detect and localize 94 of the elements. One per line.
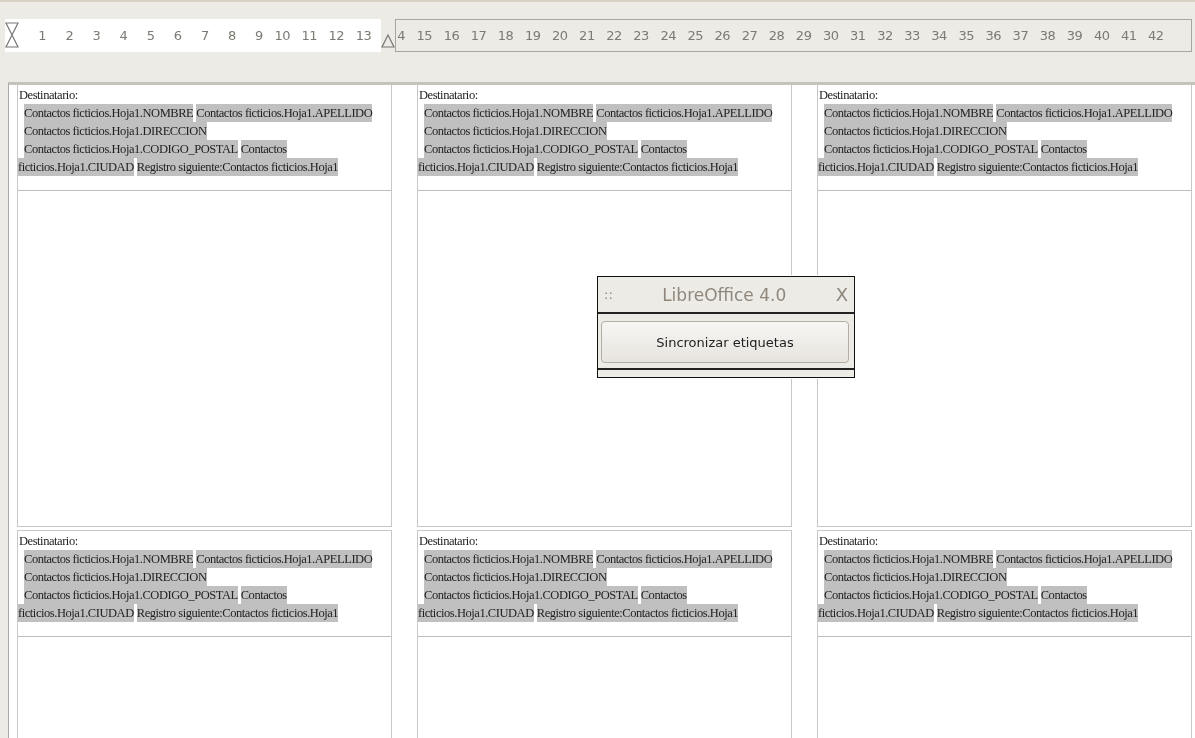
mail-merge-field: ficticios.Hoja1.CIUDAD — [18, 158, 134, 176]
ruler-number: 40 — [1092, 28, 1110, 43]
mail-merge-field: Contactos ficticios.Hoja1.CODIGO_POSTAL — [424, 140, 638, 158]
ruler-number: 33 — [903, 28, 920, 43]
ruler-number: 7 — [199, 28, 209, 43]
mail-merge-field: Contactos ficticios.Hoja1.CODIGO_POSTAL — [24, 586, 238, 604]
ruler-number: 11 — [300, 28, 318, 43]
mail-merge-field: Registro siguiente:Contactos ficticios.Hoja1 — [136, 158, 339, 176]
ruler-number: 1 — [37, 28, 47, 43]
mail-merge-field: Contactos — [1040, 140, 1087, 158]
mail-merge-field: Contactos ficticios.Hoja1.APELLIDO — [196, 550, 373, 568]
mail-merge-field: Registro siguiente:Contactos ficticios.Hoja1 — [536, 604, 739, 622]
mail-merge-field: Contactos ficticios.Hoja1.CODIGO_POSTAL — [424, 586, 638, 604]
mail-merge-field: Contactos ficticios.Hoja1.CODIGO_POSTAL — [824, 586, 1038, 604]
label-heading: Destinatario: — [418, 533, 479, 550]
mail-merge-field: Contactos ficticios.Hoja1.APELLIDO — [996, 550, 1173, 568]
mail-merge-field: Registro siguiente:Contactos ficticios.Hoja1 — [536, 158, 739, 176]
ruler-number: 41 — [1120, 28, 1137, 43]
mail-merge-field: Contactos ficticios.Hoja1.NOMBRE — [424, 550, 594, 568]
ruler-number: 35 — [957, 28, 974, 43]
ruler-number: 13 — [354, 28, 372, 43]
label-heading: Destinatario: — [18, 87, 79, 104]
ruler-number: 38 — [1038, 28, 1056, 43]
ruler-number: 25 — [686, 28, 704, 43]
ruler-number: 29 — [794, 28, 812, 43]
mail-merge-field: Contactos ficticios.Hoja1.NOMBRE — [824, 550, 994, 568]
ruler-number: 2 — [64, 28, 74, 43]
ruler-number: 28 — [767, 28, 785, 43]
ruler-number: 20 — [551, 28, 568, 43]
drag-handle[interactable]: :: — [604, 287, 613, 302]
ruler-number: 31 — [849, 28, 866, 43]
ruler-number: 27 — [740, 28, 758, 43]
mail-merge-field: Contactos ficticios.Hoja1.CODIGO_POSTAL — [824, 140, 1038, 158]
label-heading: Destinatario: — [18, 533, 79, 550]
ruler-number: 21 — [578, 28, 595, 43]
mail-merge-field: Contactos ficticios.Hoja1.APELLIDO — [596, 550, 773, 568]
ruler-number: 39 — [1065, 28, 1083, 43]
label-heading: Destinatario: — [818, 87, 879, 104]
mail-merge-field: ficticios.Hoja1.CIUDAD — [418, 158, 534, 176]
mail-merge-field: Contactos ficticios.Hoja1.APELLIDO — [996, 104, 1173, 122]
mail-merge-field: Contactos ficticios.Hoja1.CODIGO_POSTAL — [24, 140, 238, 158]
ruler-number: 8 — [226, 28, 236, 43]
mail-merge-field: Contactos ficticios.Hoja1.NOMBRE — [24, 104, 194, 122]
ruler-number: 17 — [469, 28, 487, 43]
label-heading: Destinatario: — [418, 87, 479, 104]
ruler-number: 42 — [1147, 28, 1164, 43]
mail-merge-field: Contactos ficticios.Hoja1.NOMBRE — [824, 104, 994, 122]
mail-merge-field: Registro siguiente:Contactos ficticios.Hoja1 — [936, 158, 1139, 176]
mail-merge-field: Contactos ficticios.Hoja1.DIRECCION — [824, 568, 1007, 586]
ruler-number: 3 — [91, 28, 101, 43]
mail-merge-field: Contactos — [240, 140, 287, 158]
mail-merge-field: Contactos ficticios.Hoja1.DIRECCION — [424, 568, 607, 586]
ruler-number: 34 — [930, 28, 947, 43]
mail-merge-field: ficticios.Hoja1.CIUDAD — [18, 604, 134, 622]
mail-merge-field: Contactos — [240, 586, 287, 604]
ruler-number: 30 — [821, 28, 839, 43]
ruler-number: 36 — [984, 28, 1002, 43]
mail-merge-field: Contactos ficticios.Hoja1.NOMBRE — [24, 550, 194, 568]
mail-merge-field: Contactos ficticios.Hoja1.DIRECCION — [24, 122, 207, 140]
ruler-number: 4 — [118, 28, 128, 43]
ruler-number: 15 — [415, 28, 433, 43]
ruler-number: 4 — [396, 28, 405, 43]
mail-merge-field: Registro siguiente:Contactos ficticios.Hoja1 — [936, 604, 1139, 622]
mail-merge-field: Contactos — [1040, 586, 1087, 604]
ruler-number: 37 — [1011, 28, 1029, 43]
close-button[interactable]: X — [835, 284, 848, 305]
ruler-number: 24 — [659, 28, 676, 43]
sync-labels-button[interactable]: Sincronizar etiquetas — [601, 321, 849, 363]
mail-merge-field: Contactos ficticios.Hoja1.APELLIDO — [596, 104, 773, 122]
mail-merge-field: Contactos — [640, 140, 687, 158]
ruler-number: 5 — [145, 28, 155, 43]
mail-merge-field: Contactos ficticios.Hoja1.APELLIDO — [196, 104, 373, 122]
ruler-number: 23 — [632, 28, 649, 43]
mail-merge-field: ficticios.Hoja1.CIUDAD — [418, 604, 534, 622]
mail-merge-field: Contactos ficticios.Hoja1.DIRECCION — [824, 122, 1007, 140]
ruler-number: 26 — [713, 28, 731, 43]
mail-merge-field: Contactos ficticios.Hoja1.DIRECCION — [424, 122, 607, 140]
ruler-number: 9 — [254, 28, 263, 43]
mail-merge-field: ficticios.Hoja1.CIUDAD — [818, 604, 934, 622]
ruler-number: 32 — [876, 28, 893, 43]
ruler-number: 10 — [273, 28, 290, 43]
mail-merge-field: Registro siguiente:Contactos ficticios.Hoja1 — [136, 604, 339, 622]
ruler-number: 16 — [442, 28, 460, 43]
mail-merge-field: Contactos — [640, 586, 687, 604]
mail-merge-field: Contactos ficticios.Hoja1.DIRECCION — [24, 568, 207, 586]
ruler-number: 6 — [172, 28, 182, 43]
mail-merge-field: ficticios.Hoja1.CIUDAD — [818, 158, 934, 176]
ruler-number: 18 — [496, 28, 514, 43]
toolbar-title: LibreOffice 4.0 — [661, 284, 788, 305]
mail-merge-field: Contactos ficticios.Hoja1.NOMBRE — [424, 104, 594, 122]
ruler-number: 22 — [605, 28, 622, 43]
ruler-number: 12 — [327, 28, 345, 43]
label-heading: Destinatario: — [818, 533, 879, 550]
ruler-number: 19 — [523, 28, 541, 43]
